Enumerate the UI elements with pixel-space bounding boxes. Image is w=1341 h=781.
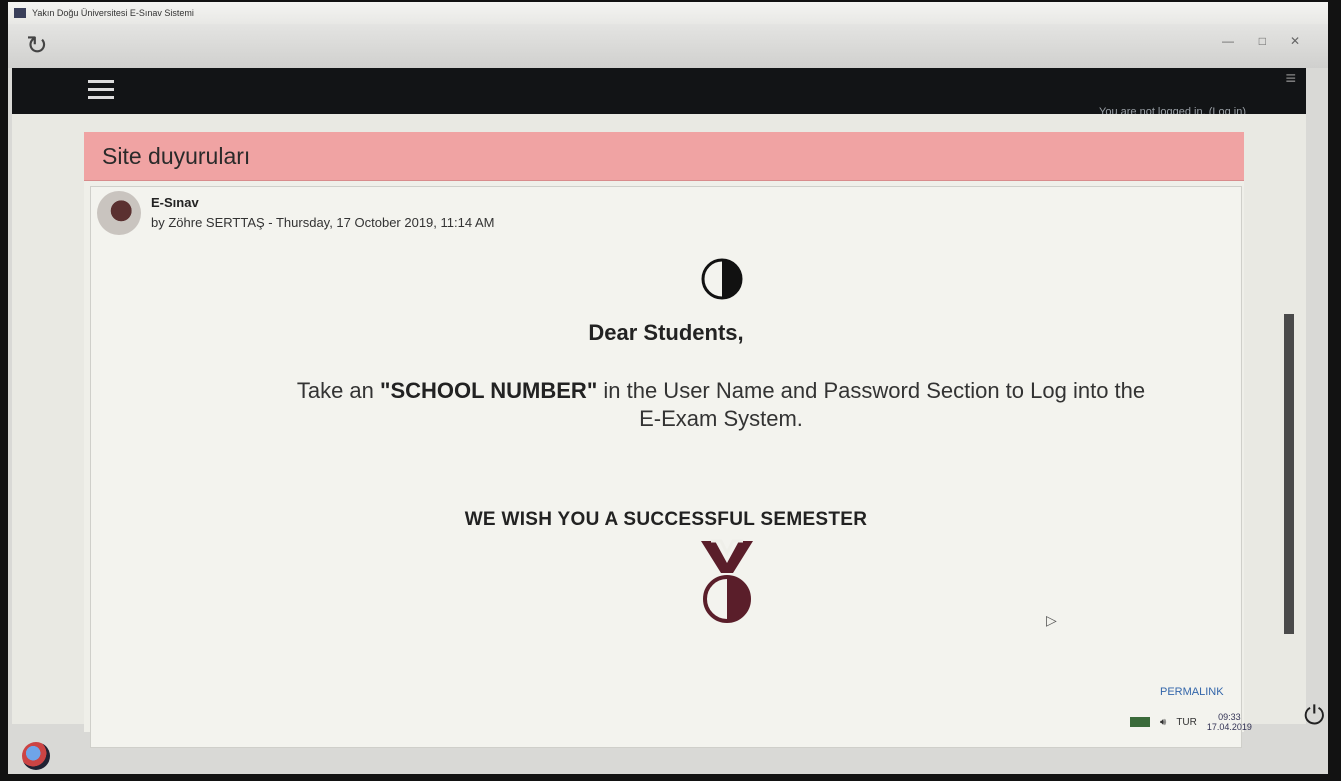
drawer-toggle-icon[interactable]: ≡ <box>1285 68 1296 89</box>
volume-icon[interactable]: 🔊︎ <box>1160 717 1166 728</box>
clock[interactable]: 09:33 17.04.2019 <box>1207 712 1252 732</box>
instruction-pre: Take an <box>296 378 381 403</box>
monitor-screen: Yakın Doğu Üniversitesi E-Sınav Sistemi … <box>8 2 1328 774</box>
browser-toolbar: ↻ — □ ✕ <box>8 24 1328 68</box>
power-icon[interactable]: ⏻ <box>1304 700 1325 732</box>
university-emblem <box>701 539 753 623</box>
window-title: Yakın Doğu Üniversitesi E-Sınav Sistemi <box>32 8 194 18</box>
forum-post: E-Sınav by Zöhre SERTTAŞ - Thursday, 17 … <box>90 186 1242 748</box>
university-logo <box>701 258 743 300</box>
taskbar: PERMALINK 🔊︎ TUR 09:33 17.04.2019 ⏻ <box>12 682 1325 742</box>
start-icon[interactable] <box>22 742 50 770</box>
wish-text: WE WISH YOU A SUCCESSFUL SEMESTER <box>464 509 868 530</box>
instruction-post: in the User Name and Password Section to… <box>597 378 1146 431</box>
hamburger-icon[interactable] <box>88 80 114 100</box>
network-icon[interactable] <box>1130 717 1150 727</box>
close-button[interactable]: ✕ <box>1290 34 1300 48</box>
permalink-link[interactable]: PERMALINK <box>1160 686 1224 698</box>
clock-time: 09:33 <box>1218 712 1241 722</box>
app-icon <box>14 8 26 18</box>
language-indicator[interactable]: TUR <box>1176 717 1197 728</box>
maximize-button[interactable]: □ <box>1259 34 1266 48</box>
instruction-text: Take an "SCHOOL NUMBER" in the User Name… <box>291 377 1151 433</box>
window-titlebar: Yakın Doğu Üniversitesi E-Sınav Sistemi <box>8 2 1328 24</box>
panel-title: Site duyuruları <box>84 132 1244 181</box>
post-subject: E-Sınav <box>151 195 199 210</box>
scrollbar[interactable] <box>1284 314 1294 634</box>
announcements-panel: Site duyuruları E-Sınav by Zöhre SERTTAŞ… <box>84 132 1244 748</box>
reload-icon[interactable]: ↻ <box>26 30 48 60</box>
avatar[interactable] <box>97 191 141 235</box>
clock-date: 17.04.2019 <box>1206 722 1252 732</box>
instruction-bold: "SCHOOL NUMBER" <box>380 378 598 403</box>
post-meta: by Zöhre SERTTAŞ - Thursday, 17 October … <box>151 215 495 230</box>
minimize-button[interactable]: — <box>1222 34 1234 48</box>
page-content: Site duyuruları E-Sınav by Zöhre SERTTAŞ… <box>12 114 1306 748</box>
greeting: Dear Students, <box>588 320 744 345</box>
mouse-cursor-icon: ▷ <box>1046 612 1057 628</box>
system-tray: 🔊︎ TUR 09:33 17.04.2019 <box>1130 712 1252 732</box>
